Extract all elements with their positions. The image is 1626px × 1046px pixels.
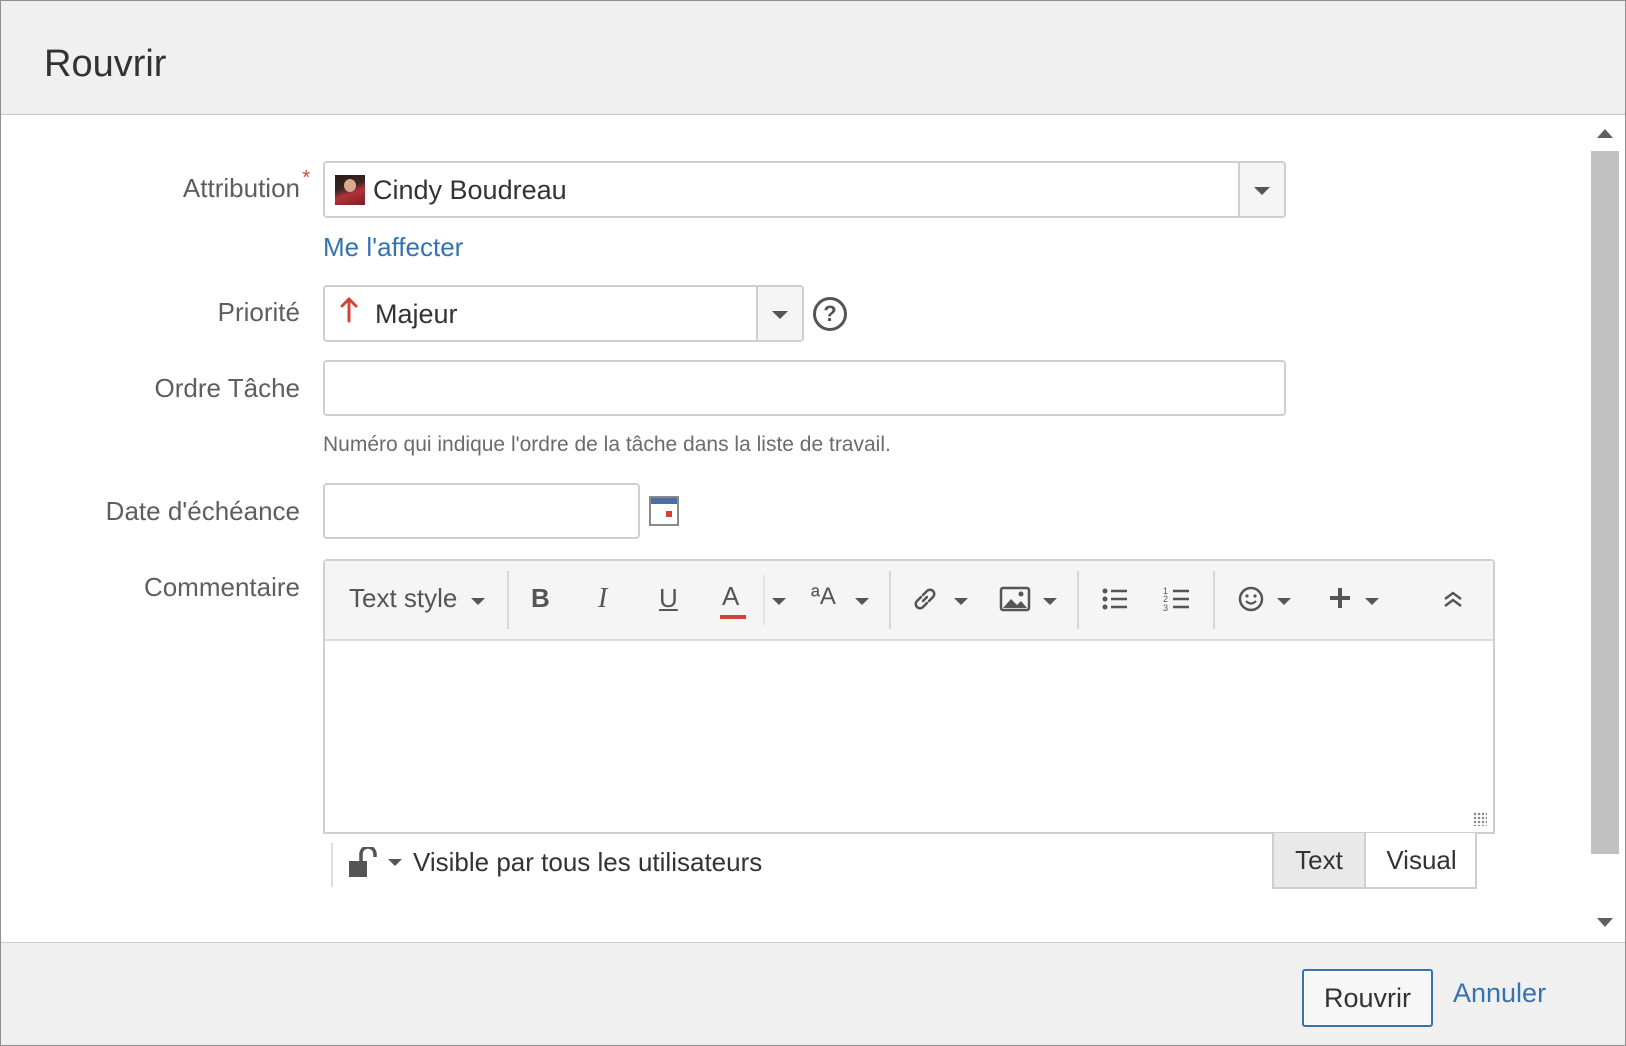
priority-label: Priorité [217,297,300,327]
reopen-dialog: Rouvrir Attribution * Cindy Boudreau Me … [0,0,1626,1046]
emoticon-icon[interactable] [1237,585,1265,613]
toolbar-divider [1213,571,1215,629]
plus-caret-icon[interactable] [1365,598,1379,605]
toolbar-divider [763,575,765,625]
reopen-submit-button[interactable]: Rouvrir [1302,969,1433,1027]
priority-select[interactable]: Majeur [323,285,804,342]
assignee-label: Attribution * [182,167,310,204]
italic-button[interactable]: I [598,583,607,615]
svg-text:3: 3 [1163,603,1168,613]
tab-text[interactable]: Text [1274,833,1366,887]
calendar-icon[interactable] [649,496,679,526]
visibility-label: Visible par tous les utilisateurs [413,847,763,877]
help-icon[interactable]: ? [813,297,847,331]
emoticon-caret-icon[interactable] [1277,598,1291,605]
text-style-caret-icon[interactable] [471,598,485,605]
link-icon[interactable] [911,585,939,613]
dialog-title: Rouvrir [44,43,167,85]
assignee-value: Cindy Boudreau [373,175,567,205]
comment-editor: Text style B I U A ªA 1 2 3 [323,559,1495,834]
tab-visual[interactable]: Visual [1366,833,1477,887]
text-color-letter: A [722,581,740,611]
text-color-swatch [720,615,746,619]
scroll-thumb[interactable] [1591,151,1619,854]
unlock-icon [349,847,377,877]
task-order-description: Numéro qui indique l'ordre de la tâche d… [323,433,891,456]
assignee-dropdown-button[interactable] [1238,163,1284,216]
priority-dropdown-button[interactable] [756,287,802,340]
assign-to-me-link[interactable]: Me l'affecter [323,232,463,263]
due-date-label: Date d'échéance [105,496,300,526]
priority-value: Majeur [375,299,458,329]
toolbar-divider [507,571,509,629]
visibility-caret-icon[interactable] [388,859,402,866]
collapse-toolbar-icon[interactable] [1441,589,1465,609]
dialog-header: Rouvrir [1,1,1625,115]
plus-icon[interactable] [1327,585,1353,611]
scroll-up-arrow-icon[interactable] [1597,129,1613,138]
underline-button[interactable]: U [659,583,678,614]
more-formatting-button[interactable]: ªA [811,583,836,611]
toolbar-divider [1077,571,1079,629]
visibility-selector[interactable]: Visible par tous les utilisateurs [331,843,762,887]
more-formatting-caret-icon[interactable] [855,598,869,605]
toolbar-divider [889,571,891,629]
bold-button[interactable]: B [531,583,550,614]
dialog-footer: Rouvrir Annuler [1,942,1625,1045]
image-caret-icon[interactable] [1043,598,1057,605]
text-style-label: Text style [349,583,458,613]
text-color-caret-icon[interactable] [772,598,786,605]
bullet-list-icon[interactable] [1101,585,1129,613]
editor-toolbar: Text style B I U A ªA 1 2 3 [325,561,1493,641]
required-mark: * [302,167,310,189]
cancel-link[interactable]: Annuler [1453,978,1546,1009]
resize-grip-icon[interactable] [1473,812,1487,826]
link-caret-icon[interactable] [954,598,968,605]
assignee-label-text: Attribution [182,173,300,203]
assignee-select[interactable]: Cindy Boudreau [323,161,1286,218]
text-color-button[interactable]: A [720,581,746,619]
numbered-list-icon[interactable]: 1 2 3 [1163,585,1191,613]
avatar [335,175,365,205]
task-order-label: Ordre Tâche [154,373,300,403]
text-style-dropdown[interactable]: Text style [349,583,457,614]
priority-arrow-up-icon [340,297,358,323]
scroll-down-arrow-icon[interactable] [1597,918,1613,927]
image-icon[interactable] [999,585,1031,613]
editor-mode-tabs: Text Visual [1272,833,1477,889]
comment-textarea[interactable] [325,641,1493,832]
task-order-input[interactable] [323,360,1286,416]
comment-label: Commentaire [143,572,300,602]
scrollbar[interactable] [1589,115,1619,941]
due-date-input[interactable] [323,483,640,539]
